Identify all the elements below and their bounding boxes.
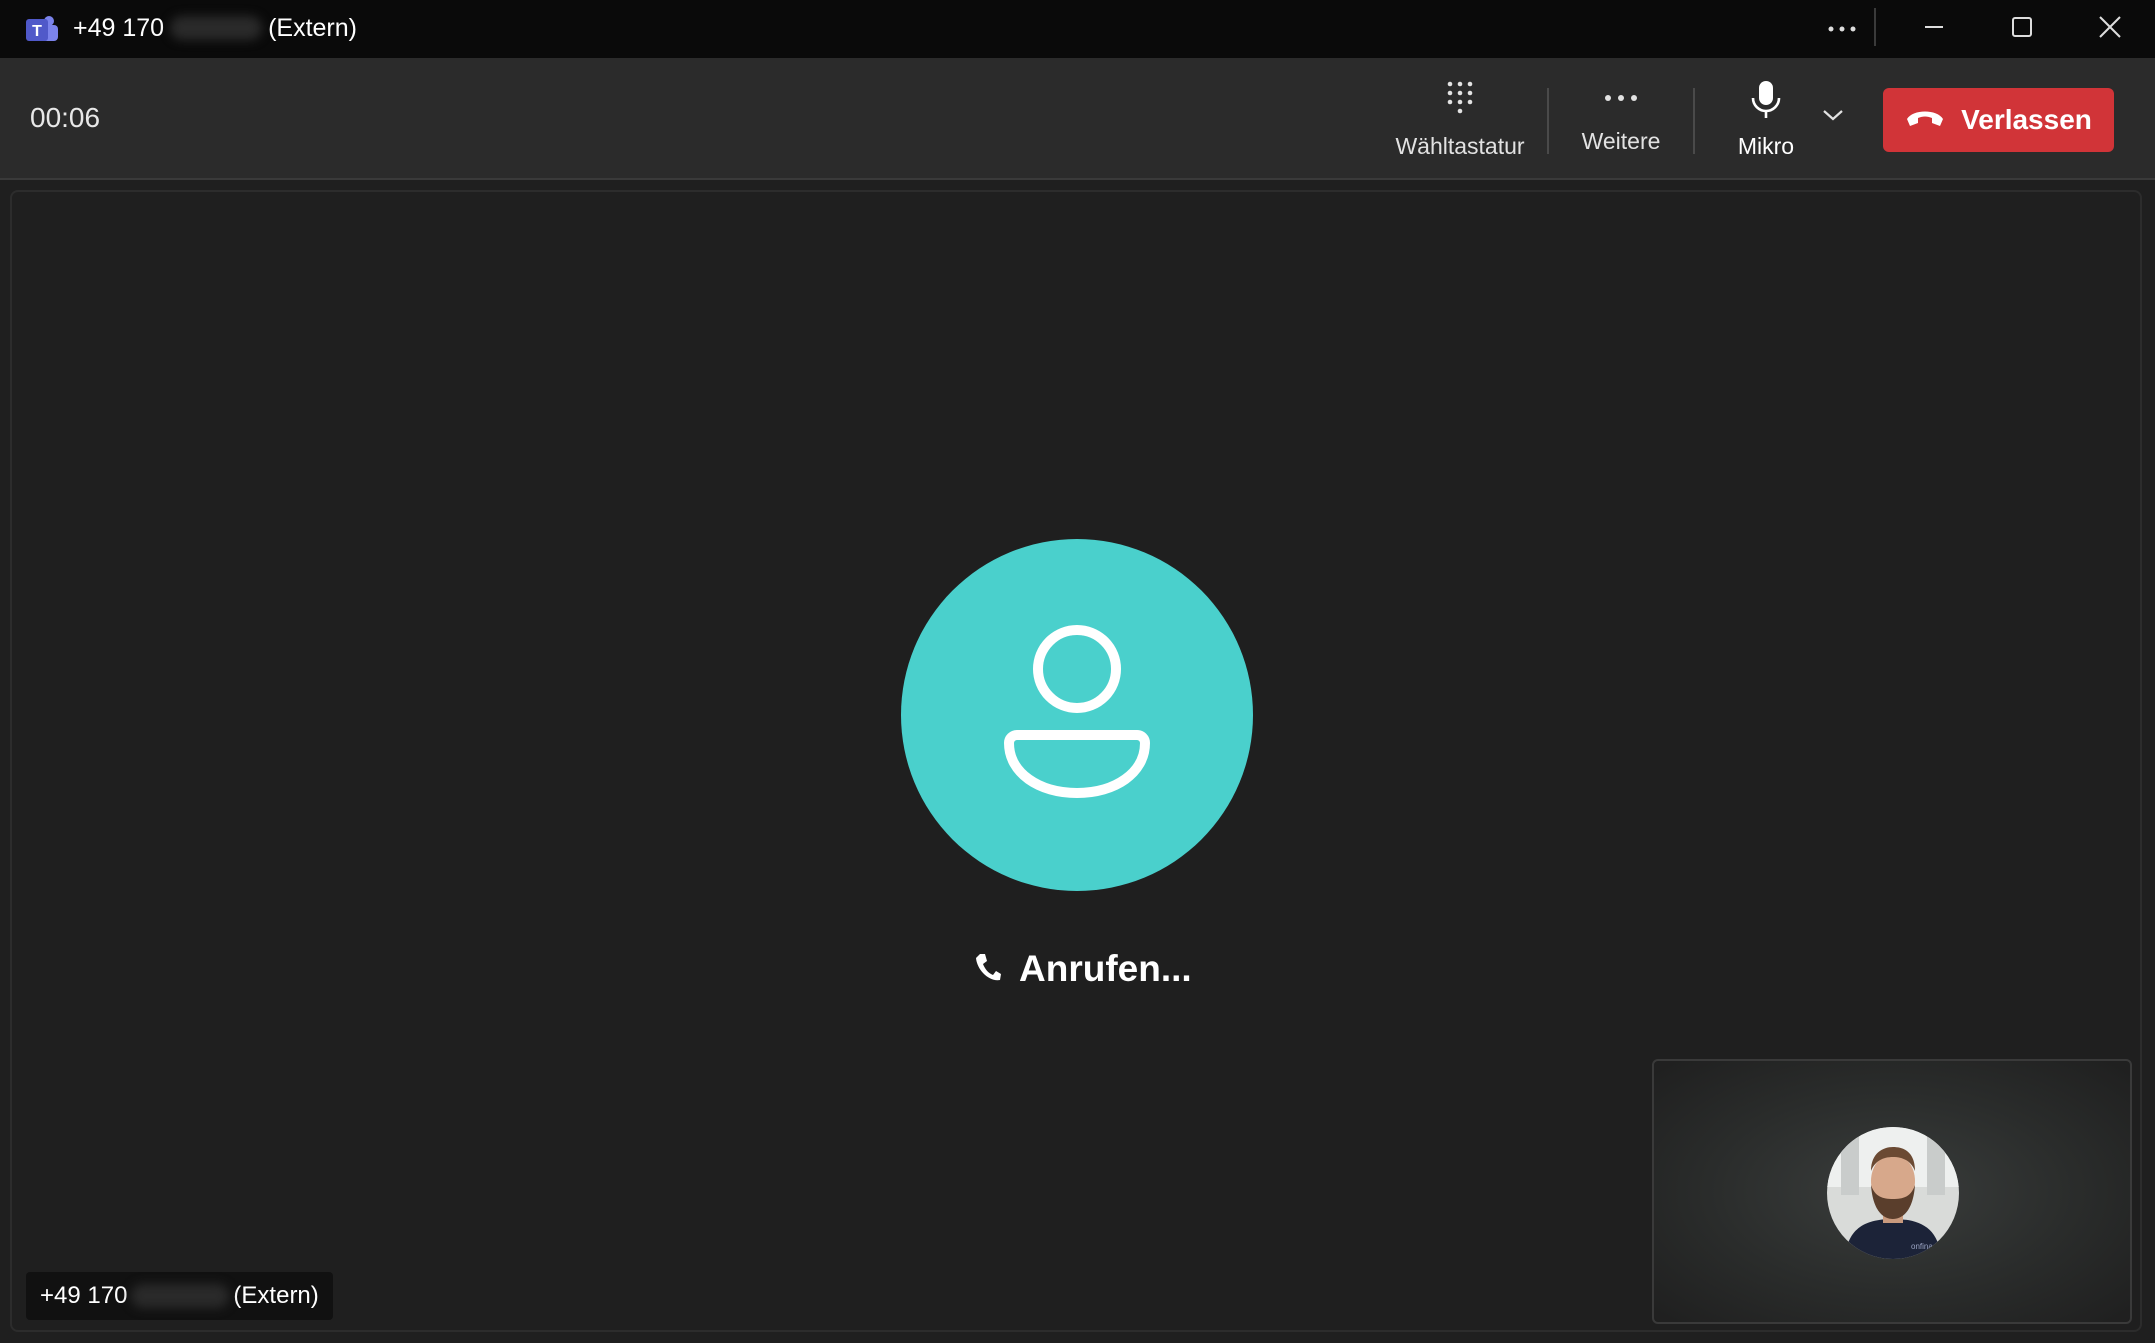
toolbar-divider [1693, 88, 1695, 154]
minimize-icon [1923, 16, 1945, 43]
caller-avatar [901, 539, 1253, 891]
more-options-button[interactable] [1812, 0, 1872, 58]
leave-label: Verlassen [1961, 104, 2092, 135]
svg-text:onfina: onfina [1911, 1242, 1933, 1251]
teams-icon: T [24, 13, 58, 47]
more-label: Weitere [1581, 128, 1661, 154]
title-number: +49 170 [73, 14, 165, 42]
caller-name-tag: +49 170 (Extern) [26, 1272, 333, 1320]
titlebar-divider [1874, 8, 1876, 46]
hang-up-icon [1905, 104, 1961, 136]
close-button[interactable] [2080, 0, 2140, 58]
call-toolbar: 00:06 Wähltastatur Weitere Mikro Verlass… [0, 58, 2155, 180]
microphone-icon [1749, 80, 1783, 125]
dialpad-icon [1445, 80, 1475, 121]
leave-button[interactable]: Verlassen [1883, 88, 2114, 152]
self-avatar: onfina [1827, 1127, 1959, 1259]
status-text: Anrufen... [1019, 948, 1192, 989]
toolbar-divider [1547, 88, 1549, 154]
phone-icon [975, 952, 1001, 987]
title-suffix: (Extern) [268, 14, 357, 42]
caller-suffix: (Extern) [233, 1282, 319, 1309]
window-title: +49 170 (Extern) [73, 13, 357, 43]
svg-text:T: T [32, 23, 42, 40]
redacted-number [170, 16, 263, 40]
caller-number: +49 170 [40, 1282, 128, 1309]
minimize-button[interactable] [1904, 0, 1964, 58]
more-button[interactable]: Weitere [1574, 80, 1668, 155]
close-icon [2098, 15, 2122, 44]
maximize-button[interactable] [1992, 0, 2052, 58]
chevron-down-icon [1822, 109, 1844, 126]
call-timer: 00:06 [30, 102, 101, 133]
mic-options-dropdown[interactable] [1822, 108, 1844, 127]
dialpad-label: Wähltastatur [1395, 133, 1525, 159]
more-icon [1827, 20, 1857, 38]
maximize-icon [2011, 16, 2033, 43]
redacted-number [131, 1284, 230, 1308]
dialpad-button[interactable]: Wähltastatur [1395, 80, 1525, 160]
person-icon [997, 625, 1157, 810]
title-bar: T +49 170 (Extern) [0, 0, 2155, 58]
mic-label: Mikro [1737, 133, 1795, 159]
mic-button[interactable]: Mikro [1724, 80, 1808, 160]
call-status: Anrufen... [975, 948, 1192, 990]
self-view-tile[interactable]: onfina [1652, 1059, 2132, 1324]
more-icon [1604, 80, 1638, 116]
